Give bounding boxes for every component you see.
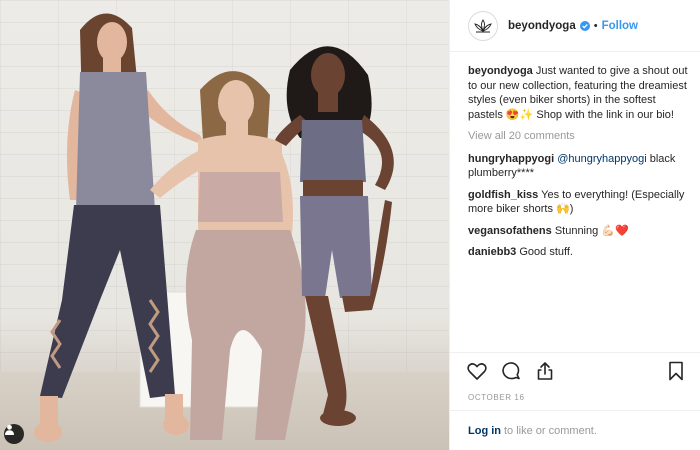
user-tag-icon: [5, 424, 14, 435]
post-photo[interactable]: [0, 0, 449, 450]
models-illustration: [34, 13, 394, 442]
comment-bubble-icon: [502, 361, 520, 379]
save-button[interactable]: [665, 360, 687, 382]
post-header: beyondyoga • Follow: [450, 0, 700, 52]
comment-username[interactable]: hungryhappyogi: [468, 153, 554, 165]
comment-username[interactable]: goldfish_kiss: [468, 189, 538, 201]
lotus-logo-icon: [474, 18, 492, 32]
comment-mention[interactable]: @hungryhappyogi: [557, 153, 646, 165]
comment-item: hungryhappyogi @hungryhappyogi black plu…: [468, 152, 690, 181]
comment-username[interactable]: vegansofathens: [468, 225, 552, 237]
comment-item: goldfish_kiss Yes to everything! (Especi…: [468, 188, 690, 217]
comment-text: Good stuff.: [519, 246, 573, 258]
comments-section: beyondyoga Just wanted to give a shout o…: [450, 52, 700, 260]
user-tag-button[interactable]: [4, 424, 24, 444]
comment-username[interactable]: daniebb3: [468, 246, 516, 258]
view-all-comments-link[interactable]: View all 20 comments: [468, 129, 690, 144]
action-bar: [450, 352, 700, 388]
caption-username[interactable]: beyondyoga: [468, 65, 533, 77]
profile-avatar[interactable]: [468, 10, 498, 41]
post-date: OCTOBER 16: [468, 393, 525, 402]
comment-item: vegansofathens Stunning 💪🏻❤️: [468, 224, 690, 239]
comment-button[interactable]: [500, 360, 522, 382]
comment-item: daniebb3 Good stuff.: [468, 245, 690, 260]
post-side-panel: beyondyoga • Follow beyondyoga Just want…: [449, 0, 700, 450]
login-prompt: Log in to like or comment.: [450, 410, 700, 450]
follow-button[interactable]: Follow: [602, 20, 638, 32]
share-button[interactable]: [534, 360, 556, 382]
login-prompt-text: to like or comment.: [504, 424, 597, 437]
bookmark-icon: [669, 361, 683, 380]
login-link[interactable]: Log in: [468, 425, 501, 437]
caption: beyondyoga Just wanted to give a shout o…: [468, 64, 690, 122]
heart-icon: [467, 362, 487, 380]
like-button[interactable]: [466, 360, 488, 382]
verified-badge-icon: [579, 20, 590, 31]
header-username[interactable]: beyondyoga: [508, 20, 576, 32]
share-icon: [537, 361, 553, 380]
comment-text: Stunning 💪🏻❤️: [554, 224, 629, 237]
separator-dot: •: [593, 19, 598, 32]
